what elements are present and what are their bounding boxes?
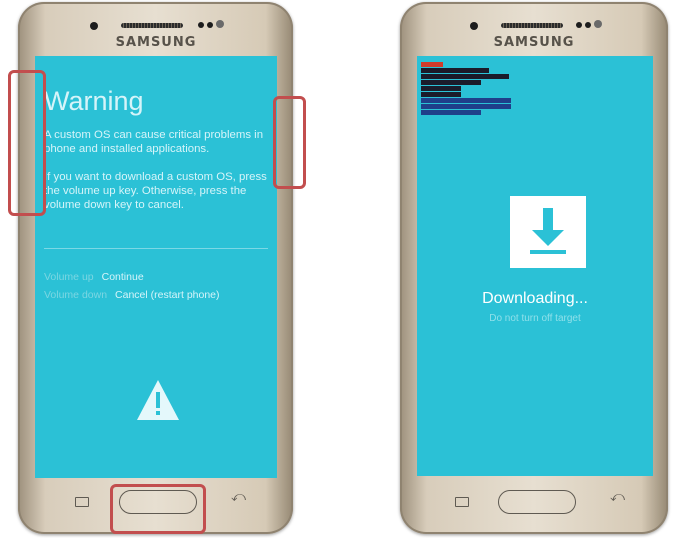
sensor-dot bbox=[207, 22, 213, 28]
sensor-dot bbox=[576, 22, 582, 28]
brand-logo: SAMSUNG bbox=[493, 35, 575, 50]
sensor-dot bbox=[216, 20, 224, 28]
volume-keys-highlight bbox=[8, 70, 46, 216]
sensor-dot bbox=[585, 22, 591, 28]
home-key-highlight bbox=[110, 484, 206, 534]
download-screen: Downloading... Do not turn off target bbox=[417, 56, 653, 476]
earpiece-speaker bbox=[121, 23, 183, 28]
power-key-highlight bbox=[273, 96, 306, 189]
earpiece-speaker bbox=[501, 23, 563, 28]
phone-right: SAMSUNG Downloading... Do not turn off t… bbox=[400, 2, 668, 534]
sensor-dot bbox=[198, 22, 204, 28]
option-volume-down: Volume down Cancel (restart phone) bbox=[44, 289, 220, 301]
brand-logo: SAMSUNG bbox=[115, 35, 197, 50]
option-key: Volume down bbox=[44, 289, 108, 301]
warning-triangle-icon bbox=[137, 380, 179, 420]
download-arrow-icon bbox=[510, 196, 586, 268]
front-camera bbox=[90, 22, 98, 30]
home-button[interactable] bbox=[498, 490, 576, 514]
warning-paragraph-1: A custom OS can cause critical problems … bbox=[44, 129, 264, 155]
sensor-dot bbox=[594, 20, 602, 28]
option-key: Volume up bbox=[44, 271, 94, 283]
warning-title: Warning bbox=[44, 86, 144, 116]
back-icon[interactable]: ⤺ bbox=[610, 489, 625, 505]
option-action: Cancel (restart phone) bbox=[115, 289, 220, 301]
warning-screen: Warning A custom OS can cause critical p… bbox=[35, 56, 277, 478]
download-note: Do not turn off target bbox=[489, 313, 581, 324]
back-icon[interactable]: ⤺ bbox=[231, 489, 246, 505]
recent-apps-icon[interactable] bbox=[455, 497, 469, 507]
option-action: Continue bbox=[101, 271, 144, 283]
warning-paragraph-2: If you want to download a custom OS, pre… bbox=[44, 171, 267, 211]
phone-left: SAMSUNG Warning A custom OS can cause cr… bbox=[18, 2, 293, 534]
hardware-key-row: ⤺ bbox=[400, 476, 668, 526]
debug-info-block bbox=[421, 62, 511, 116]
download-status: Downloading... bbox=[482, 290, 588, 307]
option-volume-up: Volume up Continue bbox=[44, 271, 144, 283]
divider bbox=[44, 248, 268, 249]
front-camera bbox=[470, 22, 478, 30]
recent-apps-icon[interactable] bbox=[75, 497, 89, 507]
